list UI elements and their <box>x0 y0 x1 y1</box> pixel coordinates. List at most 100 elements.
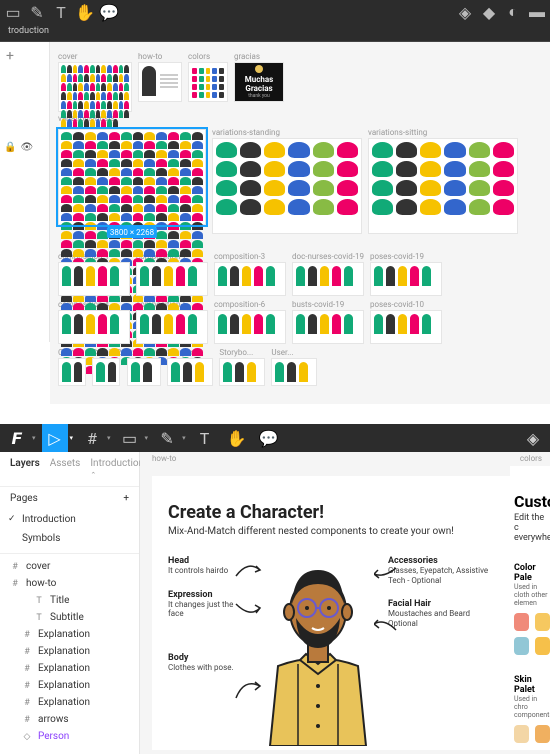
mask-icon[interactable]: ◐ <box>506 5 520 19</box>
create-subtitle: Mix-And-Match different nested component… <box>168 525 534 538</box>
layer-type-icon: # <box>22 664 32 674</box>
thumb-label: how-to <box>138 52 182 61</box>
move-tool-icon[interactable]: ▷ <box>42 424 68 452</box>
thumb-frame[interactable]: 3800 × 2268 <box>58 128 206 225</box>
thumb-label: variations-sitting <box>368 128 518 137</box>
boolean-icon[interactable]: ▬ <box>530 5 544 19</box>
layer-item[interactable]: #cover <box>0 558 139 575</box>
component-icon[interactable]: ◆ <box>482 5 496 19</box>
thumb-cover[interactable]: covervariations-busts <box>58 52 132 124</box>
layer-type-icon: # <box>22 630 32 640</box>
tab-introduction[interactable]: troduction <box>0 24 57 41</box>
page-item-symbols[interactable]: Symbols <box>0 529 139 548</box>
custom-title: Custo <box>514 492 550 511</box>
thumb-label: poses-covid-10 <box>370 300 442 309</box>
figma-menu-icon[interactable]: 𝙁 <box>4 424 30 452</box>
hand-tool-icon[interactable]: ✋ <box>78 5 92 19</box>
layer-item[interactable]: #Explanation <box>0 677 139 694</box>
thumb-poses-covid-19[interactable]: poses-covid-19 <box>370 252 442 296</box>
thumb-gracias[interactable]: graciasMuchas Graciasthank you <box>234 52 284 102</box>
thumb-poses-covid-10[interactable]: poses-covid-10 <box>370 300 442 344</box>
frame-label-howto[interactable]: how-to <box>152 454 176 463</box>
create-title: Create a Character! <box>168 502 534 523</box>
layer-item[interactable]: ◇Person <box>0 728 139 745</box>
layer-name: arrows <box>38 714 69 725</box>
thumb-doc-nurses-covid-19[interactable]: doc-nurses-covid-19 <box>292 252 364 296</box>
character-illustration <box>258 556 378 750</box>
eye-icon[interactable]: 👁 <box>20 142 33 153</box>
thumb-variations-sitting[interactable]: variations-sitting <box>368 128 518 234</box>
hand-tool-icon[interactable]: ✋ <box>224 424 250 452</box>
color-swatch[interactable] <box>514 637 529 655</box>
layer-item[interactable]: #Explanation <box>0 660 139 677</box>
arrow-icon <box>234 674 262 704</box>
thumb-busts-covid-19[interactable]: busts-covid-19 <box>292 300 364 344</box>
layer-name: Explanation <box>38 629 90 640</box>
lock-icon[interactable]: 🔒 <box>4 142 16 153</box>
thumb-User...[interactable]: User... <box>271 348 317 386</box>
thumb-variations-standing[interactable]: variations-standing <box>212 128 362 234</box>
thumb-label: composition-3 <box>214 252 286 261</box>
pen-tool-icon[interactable]: ✎ <box>30 5 44 19</box>
arrow-icon <box>374 616 398 636</box>
share-icon[interactable]: ◈ <box>458 5 472 19</box>
thumb-colors[interactable]: colors <box>188 52 228 102</box>
thumb-label: User... <box>271 348 317 357</box>
thumb-label: variations-standing <box>212 128 362 137</box>
skin-palette-sub: Used in chro components. <box>514 695 550 719</box>
comment-tool-icon[interactable]: 💬 <box>256 424 282 452</box>
layer-item[interactable]: # Explanation <box>0 626 139 643</box>
layer-type-icon: # <box>22 647 32 657</box>
tab-layers[interactable]: Layers <box>10 458 40 480</box>
layer-item[interactable]: #Explanation <box>0 694 139 711</box>
thumb-label: cover <box>58 52 132 61</box>
text-tool-icon[interactable]: T <box>54 5 68 19</box>
add-page-icon[interactable]: + <box>123 493 129 504</box>
layer-name: Explanation <box>38 680 90 691</box>
thumb-composition-6[interactable]: composition-6 <box>214 300 286 344</box>
layer-item[interactable]: #arrows <box>0 711 139 728</box>
color-palette-sub: Used in cloth other elemen <box>514 583 550 607</box>
color-swatch[interactable] <box>535 637 550 655</box>
text-tool-icon[interactable]: T <box>192 424 218 452</box>
thumb-Storybo...[interactable]: Storybo... <box>219 348 265 386</box>
color-swatch[interactable] <box>514 725 529 743</box>
frame-tool-icon[interactable]: # <box>79 424 105 452</box>
thumb-how-to[interactable]: how-to <box>138 52 182 102</box>
comment-tool-icon[interactable]: 💬 <box>102 5 116 19</box>
page-item-introduction[interactable]: Introduction <box>0 510 139 529</box>
frame-tool-icon[interactable]: ▭ <box>6 5 20 19</box>
layer-type-icon: T <box>34 613 44 623</box>
layer-name: Person <box>38 731 69 742</box>
colors-frame[interactable]: Custo Edit the c everywhe Color Pale Use… <box>510 466 550 736</box>
layer-type-icon: # <box>10 579 20 589</box>
layer-item[interactable]: #Explanation <box>0 643 139 660</box>
page-selector[interactable]: Introduction ⌃ <box>90 458 144 480</box>
color-swatch[interactable] <box>514 613 529 631</box>
add-page-icon[interactable]: + <box>0 42 49 70</box>
shape-tool-icon[interactable]: ▭ <box>117 424 143 452</box>
tab-assets[interactable]: Assets <box>50 458 81 480</box>
arrow-icon <box>234 600 262 624</box>
layer-name: Subtitle <box>50 612 84 623</box>
thumb-label: doc-nurses-covid-19 <box>292 252 364 261</box>
canvas-lower[interactable]: how-to colors Create a Character! Mix-An… <box>140 452 550 754</box>
anno-body: BodyClothes with pose. <box>168 653 248 673</box>
howto-frame[interactable]: Create a Character! Mix-And-Match differ… <box>152 476 550 750</box>
color-swatch[interactable] <box>535 613 550 631</box>
layer-item[interactable]: TTitle <box>0 592 139 609</box>
color-swatch[interactable] <box>535 725 550 743</box>
layer-name: Explanation <box>38 697 90 708</box>
pen-tool-icon[interactable]: ✎ <box>154 424 180 452</box>
layer-name: how-to <box>26 578 56 589</box>
layer-item[interactable]: T Subtitle <box>0 609 139 626</box>
thumb-composition-3[interactable]: composition-3 <box>214 252 286 296</box>
pages-header: Pages <box>10 493 38 504</box>
skin-palette-header: Skin Palet <box>514 675 550 695</box>
toolbar-lower: 𝙁▾ ▷▾ #▾ ▭▾ ✎▾ T ✋ 💬 ◈ <box>0 424 550 452</box>
component-icon[interactable]: ◈ <box>520 424 546 452</box>
frame-label-colors[interactable]: colors <box>520 454 542 463</box>
layer-item[interactable]: # how-to <box>0 575 139 592</box>
canvas-upper[interactable]: covervariations-busts how-to colorsgracias… <box>50 42 550 404</box>
dimensions-badge: 3800 × 2268 <box>107 227 157 238</box>
